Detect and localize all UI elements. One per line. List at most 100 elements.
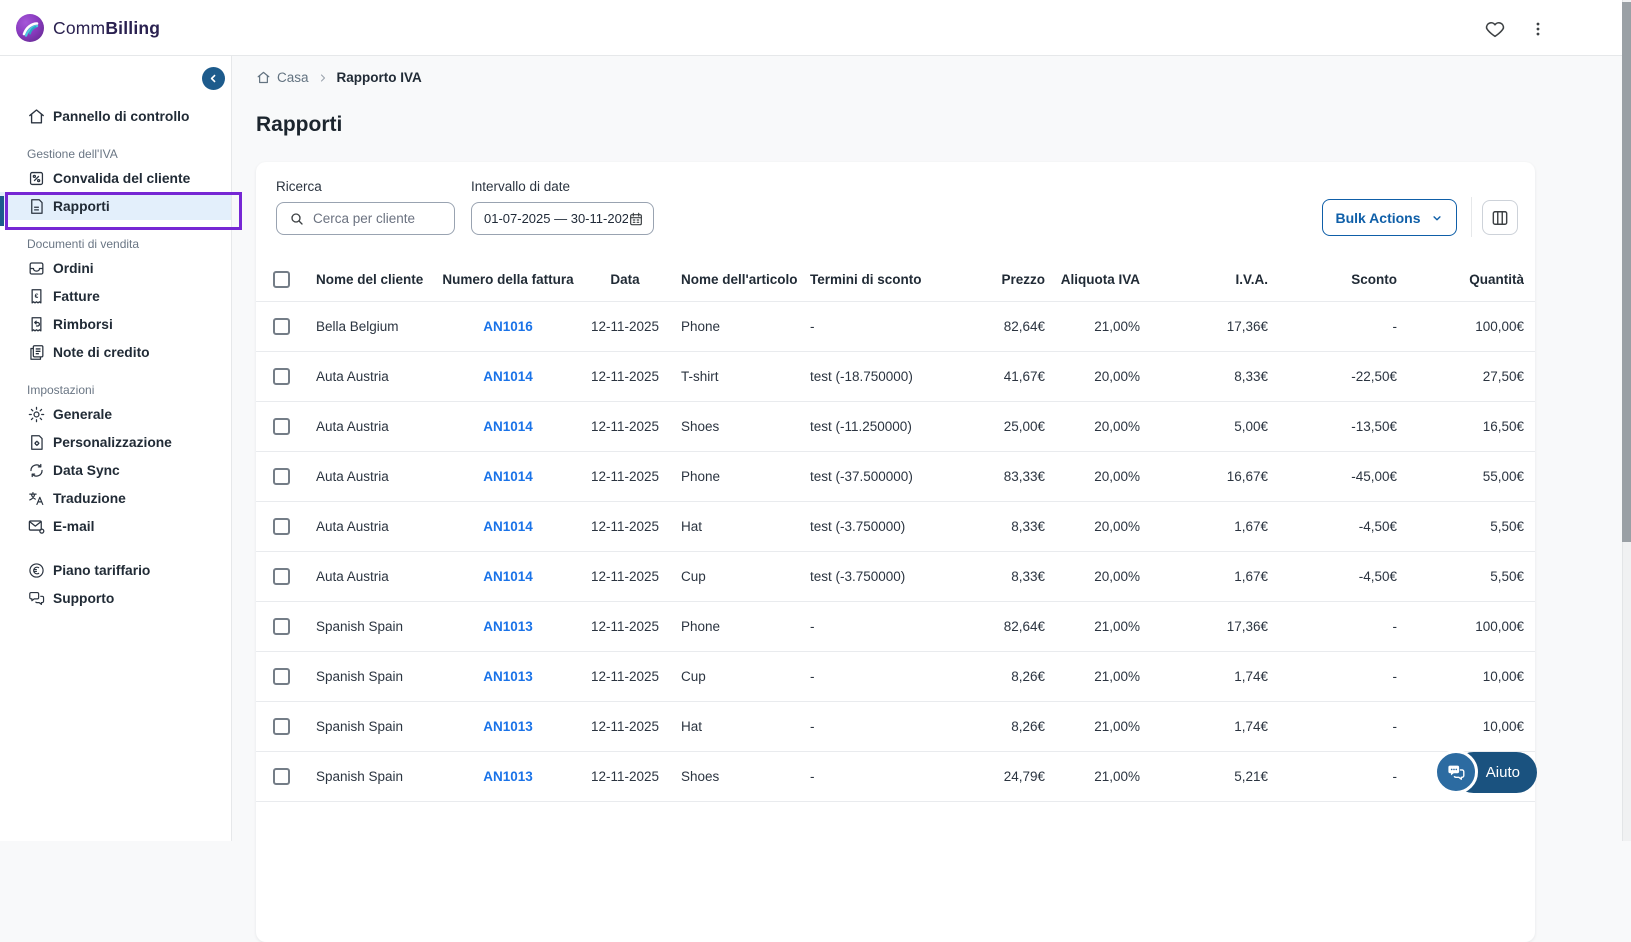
- cell-price: 41,67€: [965, 369, 1045, 384]
- invoice-link[interactable]: AN1016: [483, 319, 533, 334]
- favorites-button[interactable]: [1482, 16, 1508, 42]
- brand-logo[interactable]: CommBilling: [16, 14, 160, 42]
- col-vat-rate[interactable]: Aliquota IVA: [1045, 272, 1140, 287]
- sidebar-item-support[interactable]: Supporto: [0, 584, 231, 612]
- sidebar-item-credit-notes[interactable]: Note di credito: [0, 338, 231, 366]
- document-icon: [27, 197, 46, 216]
- col-item-name[interactable]: Nome dell'articolo: [665, 272, 805, 287]
- row-checkbox[interactable]: [273, 418, 290, 435]
- row-checkbox[interactable]: [273, 768, 290, 785]
- scrollbar-thumb[interactable]: [1622, 2, 1631, 542]
- table-row: Spanish Spain AN1013 12-11-2025 Cup - 8,…: [256, 652, 1535, 702]
- bulk-actions-button[interactable]: Bulk Actions: [1322, 199, 1457, 236]
- row-checkbox[interactable]: [273, 468, 290, 485]
- col-client[interactable]: Nome del cliente: [300, 272, 431, 287]
- row-checkbox[interactable]: [273, 518, 290, 535]
- cell-vat-rate: 21,00%: [1045, 719, 1140, 734]
- sidebar-item-refunds[interactable]: Rimborsi: [0, 310, 231, 338]
- invoice-link[interactable]: AN1014: [483, 419, 533, 434]
- search-icon: [289, 211, 305, 227]
- row-checkbox[interactable]: [273, 618, 290, 635]
- cell-vat: 1,74€: [1140, 719, 1268, 734]
- cell-vat-rate: 21,00%: [1045, 769, 1140, 784]
- cell-client: Auta Austria: [300, 369, 431, 384]
- col-invoice-number[interactable]: Numero della fattura: [431, 272, 585, 287]
- invoice-link[interactable]: AN1014: [483, 369, 533, 384]
- sidebar-item-customization[interactable]: Personalizzazione: [0, 428, 231, 456]
- row-checkbox[interactable]: [273, 718, 290, 735]
- sidebar-item-label: Piano tariffario: [53, 563, 150, 578]
- gear-icon: [27, 405, 46, 424]
- row-checkbox[interactable]: [273, 668, 290, 685]
- sidebar-item-general[interactable]: Generale: [0, 400, 231, 428]
- invoice-link[interactable]: AN1013: [483, 619, 533, 634]
- sidebar-item-dashboard[interactable]: Pannello di controllo: [0, 102, 231, 130]
- breadcrumb: Casa Rapporto IVA: [256, 70, 422, 85]
- cell-date: 12-11-2025: [585, 519, 665, 534]
- sidebar-item-translation[interactable]: Traduzione: [0, 484, 231, 512]
- sidebar-item-invoices[interactable]: € Fatture: [0, 282, 231, 310]
- invoice-link[interactable]: AN1014: [483, 569, 533, 584]
- breadcrumb-home[interactable]: Casa: [256, 70, 309, 85]
- search-input[interactable]: [313, 211, 444, 226]
- cell-vat-rate: 21,00%: [1045, 669, 1140, 684]
- row-checkbox[interactable]: [273, 318, 290, 335]
- cell-date: 12-11-2025: [585, 769, 665, 784]
- invoice-link[interactable]: AN1014: [483, 469, 533, 484]
- overflow-menu-button[interactable]: [1525, 16, 1551, 42]
- col-discount[interactable]: Sconto: [1268, 272, 1397, 287]
- col-discount-terms[interactable]: Termini di sconto: [805, 272, 965, 287]
- cell-vat: 17,36€: [1140, 619, 1268, 634]
- cell-discount: -45,00€: [1268, 469, 1397, 484]
- cell-vat: 17,36€: [1140, 319, 1268, 334]
- sidebar-item-customer-validation[interactable]: Convalida del cliente: [0, 164, 231, 192]
- row-checkbox[interactable]: [273, 568, 290, 585]
- select-all-checkbox[interactable]: [273, 271, 290, 288]
- sidebar-item-reports[interactable]: Rapporti: [0, 192, 231, 220]
- col-quantity[interactable]: Quantità: [1397, 272, 1524, 287]
- cell-date: 12-11-2025: [585, 419, 665, 434]
- sidebar-item-label: Pannello di controllo: [53, 109, 189, 124]
- invoice-link[interactable]: AN1013: [483, 669, 533, 684]
- invoice-link[interactable]: AN1014: [483, 519, 533, 534]
- cell-date: 12-11-2025: [585, 469, 665, 484]
- cell-item: T-shirt: [665, 369, 805, 384]
- cell-vat: 16,67€: [1140, 469, 1268, 484]
- search-field[interactable]: [276, 202, 455, 235]
- breadcrumb-item[interactable]: Casa: [277, 70, 309, 85]
- sidebar-item-label: Supporto: [53, 591, 114, 606]
- date-range-field[interactable]: 01-07-2025 — 30-11-202: [471, 202, 654, 235]
- sidebar-item-email[interactable]: E-mail: [0, 512, 231, 540]
- sidebar-collapse-button[interactable]: [202, 67, 225, 90]
- cell-price: 82,64€: [965, 319, 1045, 334]
- calendar-icon: [628, 211, 644, 227]
- sidebar-item-label: Convalida del cliente: [53, 171, 190, 186]
- sidebar-item-data-sync[interactable]: Data Sync: [0, 456, 231, 484]
- cell-vat: 5,00€: [1140, 419, 1268, 434]
- cell-price: 8,26€: [965, 669, 1045, 684]
- help-chat-button[interactable]: [1434, 750, 1478, 794]
- col-date[interactable]: Data: [585, 272, 665, 287]
- invoice-link[interactable]: AN1013: [483, 719, 533, 734]
- brand-name: CommBilling: [53, 18, 160, 39]
- cell-client: Auta Austria: [300, 519, 431, 534]
- sidebar-item-pricing-plan[interactable]: Piano tariffario: [0, 556, 231, 584]
- sidebar-item-label: Fatture: [53, 289, 100, 304]
- top-bar: CommBilling: [0, 0, 1631, 56]
- cell-price: 8,26€: [965, 719, 1045, 734]
- sidebar-item-orders[interactable]: Ordini: [0, 254, 231, 282]
- cell-discount: -4,50€: [1268, 569, 1397, 584]
- column-settings-button[interactable]: [1482, 200, 1518, 235]
- col-price[interactable]: Prezzo: [965, 272, 1045, 287]
- euro-circle-icon: [27, 561, 46, 580]
- row-checkbox[interactable]: [273, 368, 290, 385]
- heart-icon: [1484, 18, 1506, 40]
- col-vat[interactable]: I.V.A.: [1140, 272, 1268, 287]
- page-scrollbar[interactable]: [1622, 0, 1631, 841]
- breadcrumb-current: Rapporto IVA: [337, 70, 422, 85]
- sidebar-item-label: Traduzione: [53, 491, 126, 506]
- cell-client: Auta Austria: [300, 569, 431, 584]
- invoice-link[interactable]: AN1013: [483, 769, 533, 784]
- cell-item: Hat: [665, 719, 805, 734]
- bulk-actions-label: Bulk Actions: [1335, 210, 1420, 226]
